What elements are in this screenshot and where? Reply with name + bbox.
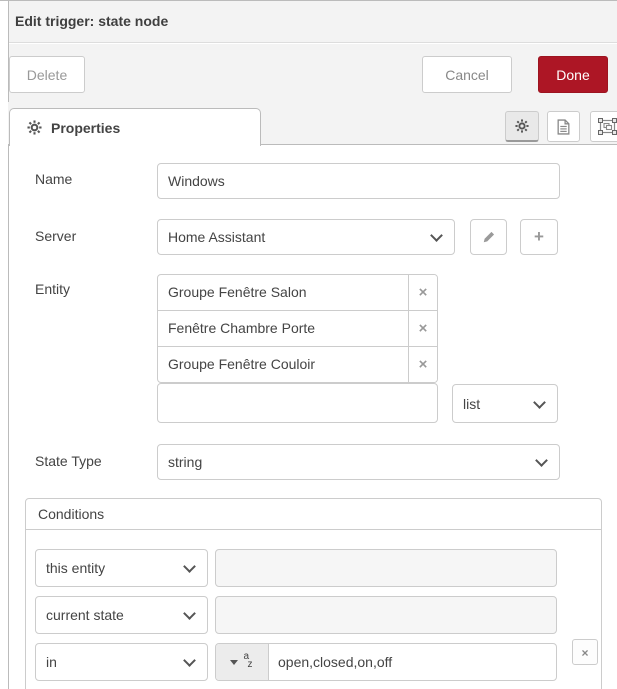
condition-property-select[interactable]: in bbox=[35, 643, 208, 681]
state-type-select[interactable]: string bbox=[157, 444, 560, 480]
description-tab-button[interactable] bbox=[547, 111, 580, 142]
condition-property-value: in bbox=[46, 654, 57, 670]
entity-item-value[interactable]: Groupe Fenêtre Couloir bbox=[158, 347, 408, 382]
server-label: Server bbox=[35, 228, 76, 244]
dialog-toolbar bbox=[9, 44, 617, 102]
chevron-down-icon bbox=[183, 607, 196, 620]
pencil-icon bbox=[482, 230, 496, 244]
chevron-down-icon bbox=[533, 396, 546, 409]
appearance-tab-button[interactable] bbox=[590, 111, 617, 142]
condition-property-select[interactable]: this entity bbox=[35, 549, 208, 587]
conditions-body: this entity current state in bbox=[26, 530, 601, 681]
condition-row: this entity bbox=[35, 549, 601, 587]
delete-button[interactable]: Delete bbox=[9, 56, 85, 93]
properties-tab-button[interactable] bbox=[505, 111, 539, 142]
remove-entity-button[interactable]: × bbox=[408, 347, 437, 382]
name-label: Name bbox=[35, 171, 72, 187]
plus-icon: + bbox=[534, 227, 544, 247]
tab-properties[interactable]: Properties bbox=[9, 108, 261, 146]
server-select[interactable]: Home Assistant bbox=[157, 219, 455, 255]
add-server-button[interactable]: + bbox=[520, 219, 558, 255]
condition-value-input[interactable]: open,closed,on,off bbox=[269, 644, 556, 680]
chevron-down-icon bbox=[183, 560, 196, 573]
server-select-value: Home Assistant bbox=[168, 229, 265, 245]
state-type-value: string bbox=[168, 454, 202, 470]
condition-typed-input: az open,closed,on,off bbox=[215, 643, 557, 681]
document-icon bbox=[557, 119, 570, 135]
condition-property-value: this entity bbox=[46, 560, 105, 576]
remove-entity-button[interactable]: × bbox=[408, 311, 437, 346]
condition-value-input-disabled bbox=[215, 596, 557, 634]
done-button[interactable]: Done bbox=[538, 56, 608, 93]
entity-mode-select[interactable]: list bbox=[452, 384, 558, 423]
entity-list-item[interactable]: Fenêtre Chambre Porte × bbox=[158, 311, 437, 347]
entity-new-input[interactable] bbox=[157, 383, 438, 423]
cancel-button[interactable]: Cancel bbox=[422, 56, 512, 93]
condition-row: current state bbox=[35, 596, 601, 634]
appearance-icon bbox=[598, 118, 617, 135]
condition-property-value: current state bbox=[46, 607, 124, 623]
conditions-section: Conditions this entity current state in bbox=[25, 498, 602, 689]
entity-item-value[interactable]: Groupe Fenêtre Salon bbox=[158, 275, 408, 310]
chevron-down-icon bbox=[430, 229, 443, 242]
conditions-header: Conditions bbox=[26, 499, 601, 530]
remove-entity-button[interactable]: × bbox=[408, 275, 437, 310]
state-type-label: State Type bbox=[35, 453, 102, 469]
dialog-header: Edit trigger: state node bbox=[9, 1, 617, 43]
condition-property-select[interactable]: current state bbox=[35, 596, 208, 634]
entity-item-value[interactable]: Fenêtre Chambre Porte bbox=[158, 311, 408, 346]
entity-list-item[interactable]: Groupe Fenêtre Salon × bbox=[158, 275, 437, 311]
dialog-title: Edit trigger: state node bbox=[15, 13, 168, 29]
entity-mode-value: list bbox=[463, 396, 480, 412]
condition-value-input-disabled bbox=[215, 549, 557, 587]
typed-input-type-button[interactable]: az bbox=[216, 644, 269, 680]
edit-server-button[interactable] bbox=[470, 219, 507, 255]
entity-list-item[interactable]: Groupe Fenêtre Couloir × bbox=[158, 347, 437, 382]
entity-label: Entity bbox=[35, 281, 70, 297]
sort-az-icon: az bbox=[244, 653, 255, 671]
edit-trigger-dialog: Edit trigger: state node Delete Cancel D… bbox=[0, 0, 617, 689]
remove-condition-button[interactable]: × bbox=[572, 639, 598, 665]
gear-icon bbox=[515, 119, 529, 133]
entity-list: Groupe Fenêtre Salon × Fenêtre Chambre P… bbox=[157, 274, 438, 383]
caret-down-icon bbox=[230, 660, 238, 665]
chevron-down-icon bbox=[535, 454, 548, 467]
tab-properties-label: Properties bbox=[51, 120, 120, 136]
condition-row: in az open,closed,on,off bbox=[35, 643, 601, 681]
gear-icon bbox=[27, 120, 42, 135]
name-input[interactable] bbox=[157, 163, 560, 199]
chevron-down-icon bbox=[183, 654, 196, 667]
